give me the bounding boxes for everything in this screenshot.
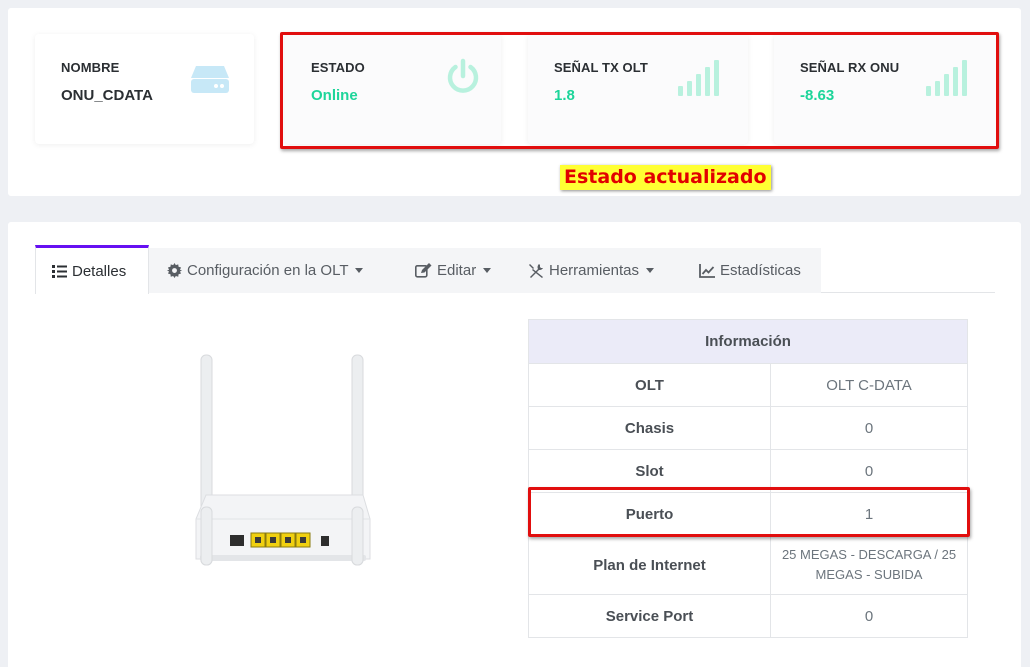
table-row: Service Port 0	[528, 594, 968, 638]
tab-estadisticas[interactable]: Estadísticas	[677, 248, 821, 293]
chevron-down-icon	[355, 268, 364, 273]
status-updated-callout: Estado actualizado	[560, 165, 771, 190]
tools-icon	[528, 263, 544, 279]
info-key: Plan de Internet	[528, 535, 771, 595]
info-key: Chasis	[528, 406, 771, 450]
tab-herramientas[interactable]: Herramientas	[507, 248, 677, 293]
chevron-down-icon	[646, 268, 655, 273]
info-value: 25 MEGAS - DESCARGA / 25 MEGAS - SUBIDA	[770, 535, 968, 595]
info-key: Service Port	[528, 594, 771, 638]
tab-herramientas-label: Herramientas	[549, 262, 640, 279]
hard-drive-icon	[190, 64, 230, 99]
table-row: Plan de Internet 25 MEGAS - DESCARGA / 2…	[528, 535, 968, 595]
tab-bar: Detalles Configuración en la OLT Editar	[35, 245, 995, 294]
chart-line-icon	[699, 263, 715, 278]
info-value: 0	[770, 594, 968, 638]
details-panel: Detalles Configuración en la OLT Editar	[8, 222, 1021, 667]
puerto-highlight-box	[528, 487, 970, 537]
list-icon	[52, 264, 67, 278]
tab-configuracion-label: Configuración en la OLT	[187, 262, 349, 279]
gear-icon	[167, 263, 182, 278]
tab-editar-label: Editar	[437, 262, 477, 279]
tab-editar[interactable]: Editar	[393, 248, 507, 293]
card-nombre-label: NOMBRE	[61, 60, 120, 75]
info-value: 0	[770, 406, 968, 450]
info-table-title: Información	[528, 319, 968, 364]
tab-detalles-label: Detalles	[72, 262, 127, 280]
edit-icon	[415, 263, 432, 278]
tab-configuracion-olt[interactable]: Configuración en la OLT	[149, 248, 393, 293]
info-key: OLT	[528, 363, 771, 407]
table-row: OLT OLT C-DATA	[528, 363, 968, 407]
status-highlight-box	[280, 32, 999, 149]
tab-estadisticas-label: Estadísticas	[720, 262, 801, 279]
tab-detalles[interactable]: Detalles	[35, 245, 149, 294]
chevron-down-icon	[483, 268, 492, 273]
info-value: OLT C-DATA	[770, 363, 968, 407]
onu-device-image	[188, 347, 378, 577]
info-table: Información OLT OLT C-DATA Chasis 0 Slot…	[528, 319, 968, 638]
card-nombre: NOMBRE ONU_CDATA	[35, 34, 254, 144]
table-row: Chasis 0	[528, 406, 968, 450]
card-nombre-value: ONU_CDATA	[61, 87, 153, 104]
